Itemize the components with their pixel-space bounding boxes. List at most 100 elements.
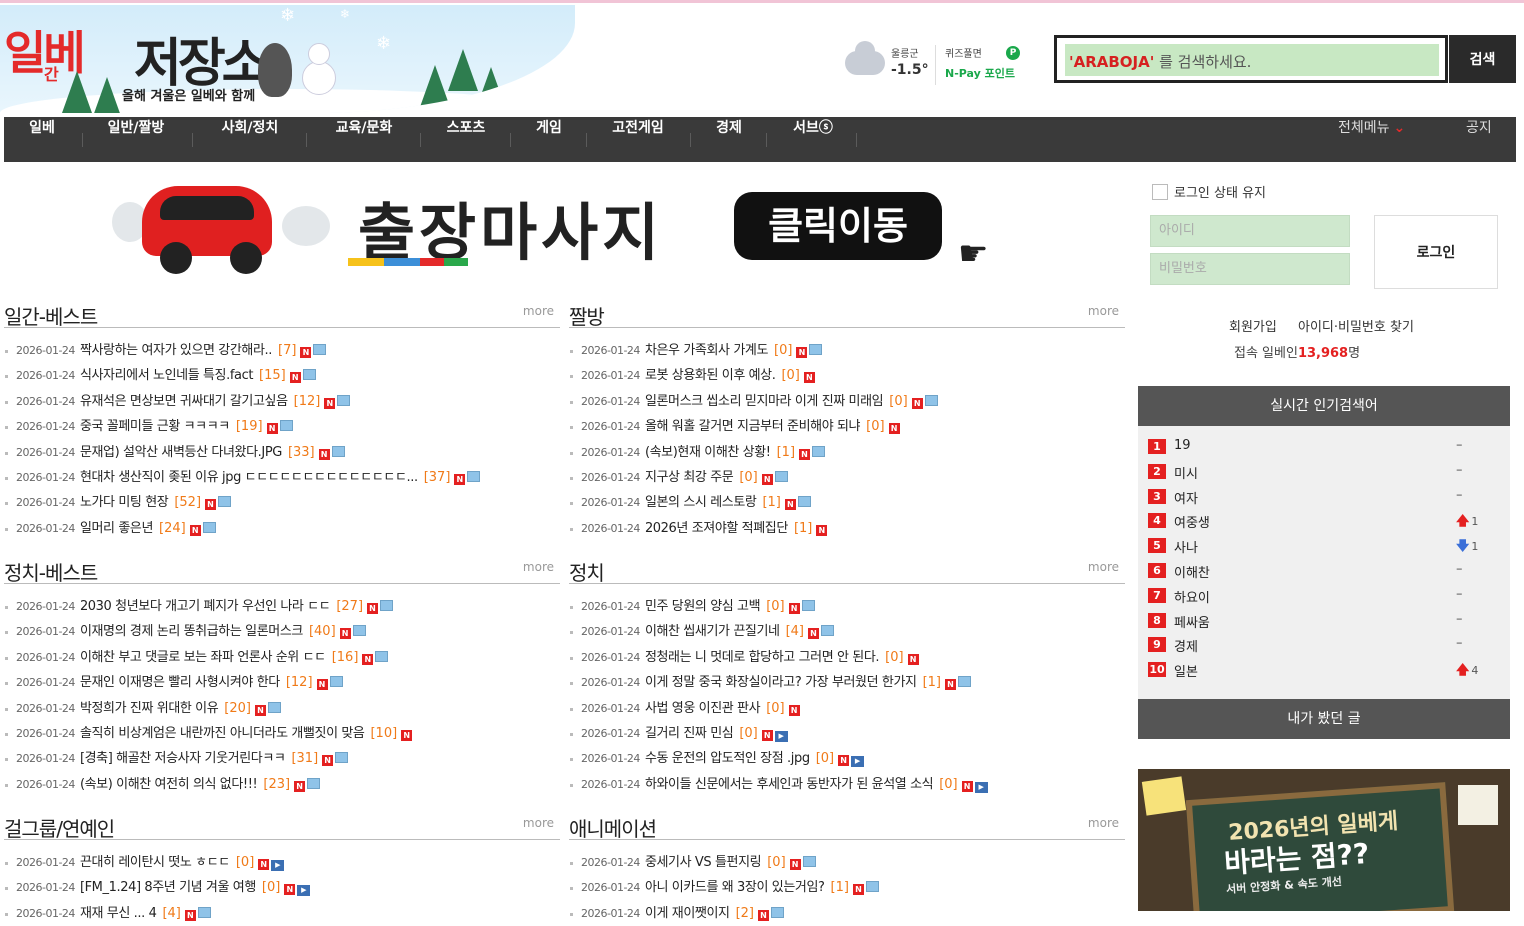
comment-count[interactable]: [16] — [332, 650, 359, 665]
nav-item-sports[interactable]: 스포츠 — [434, 117, 498, 162]
login-button[interactable]: 로그인 — [1374, 215, 1498, 289]
list-item[interactable]: 2026-01-24 일본의 스시 레스토랑 [1] N — [569, 490, 1125, 515]
post-title[interactable]: 수동 운전의 압도적인 장점 .jpg — [645, 751, 810, 766]
comment-count[interactable]: [10] — [370, 726, 397, 741]
list-item[interactable]: 2026-01-24 문재업) 설악산 새벽등산 다녀왔다.JPG [33] N — [4, 440, 560, 465]
list-item[interactable]: 2026-01-24 올해 워홀 갈거면 지금부터 준비해야 되냐 [0] N — [569, 414, 1125, 439]
post-title[interactable]: [경축] 해골찬 저승사자 기웃거린다ㅋㅋ — [80, 751, 286, 766]
comment-count[interactable]: [33] — [288, 445, 315, 460]
rank-keyword[interactable]: 경제 — [1174, 636, 1198, 655]
post-title[interactable]: 이해찬 씹새기가 끈질기네 — [645, 624, 780, 639]
list-item[interactable]: 2026-01-24 2030 청년보다 개고기 폐지가 우선인 나라 ㄷㄷ [27… — [4, 594, 560, 619]
list-item[interactable]: 2026-01-24 이해찬 씹새기가 끈질기네 [4] N — [569, 619, 1125, 644]
post-title[interactable]: 이재명의 경제 논리 똥취급하는 일론머스크 — [80, 624, 303, 639]
comment-count[interactable]: [15] — [259, 368, 286, 383]
post-title[interactable]: 노가다 미팅 현장 — [80, 495, 169, 510]
nav-item-economy[interactable]: 경제 — [704, 117, 754, 162]
banner-click-button[interactable]: 클릭이동 — [734, 192, 942, 260]
comment-count[interactable]: [7] — [278, 343, 296, 358]
search-button[interactable]: 검색 — [1449, 35, 1516, 83]
comment-count[interactable]: [2] — [736, 906, 754, 921]
post-title[interactable]: 이게 정말 중국 화장실이라고? 가장 부러웠던 한가지 — [645, 675, 917, 690]
list-item[interactable]: 2026-01-24 일론머스크 씹소리 믿지마라 이게 진짜 미래임 [0] N — [569, 389, 1125, 414]
post-title[interactable]: 재재 무신 ... 4 — [80, 906, 157, 921]
ranking-item[interactable]: 3 여자 – — [1138, 484, 1510, 509]
ranking-item[interactable]: 6 이해찬 – — [1138, 558, 1510, 583]
comment-count[interactable]: [0] — [766, 701, 784, 716]
site-logo[interactable]: 일베 간 저장소 올해 겨울은 일베와 함께 ❄ ❄ ❄ — [0, 5, 575, 113]
post-title[interactable]: 올해 워홀 갈거면 지금부터 준비해야 되냐 — [645, 419, 861, 434]
list-item[interactable]: 2026-01-24 2026년 조져야할 적폐집단 [1] N — [569, 516, 1125, 541]
find-account-link[interactable]: 아이디·비밀번호 찾기 — [1298, 316, 1414, 335]
weather-widget[interactable]: 울릉군 -1.5° — [845, 41, 935, 85]
viewed-posts-button[interactable]: 내가 봤던 글 — [1138, 699, 1510, 739]
list-item[interactable]: 2026-01-24 하와이들 신문에서는 후세인과 동반자가 된 윤석열 소식 [… — [569, 772, 1125, 797]
more-link[interactable]: more — [523, 304, 554, 318]
post-title[interactable]: (속보) 이해찬 여전히 의식 없다!!! — [80, 777, 258, 792]
comment-count[interactable]: [1] — [794, 521, 812, 536]
comment-count[interactable]: [0] — [816, 751, 834, 766]
rank-keyword[interactable]: 일본 — [1174, 661, 1198, 680]
comment-count[interactable]: [0] — [739, 726, 757, 741]
comment-count[interactable]: [27] — [336, 599, 363, 614]
post-title[interactable]: 유재석은 면상보면 귀싸대기 갈기고싶음 — [80, 394, 288, 409]
list-item[interactable]: 2026-01-24 노가다 미팅 현장 [52] N — [4, 490, 560, 515]
comment-count[interactable]: [0] — [766, 599, 784, 614]
post-title[interactable]: 솔직히 비상계엄은 내란까진 아니더라도 개뻘짓이 맞음 — [80, 726, 365, 741]
list-item[interactable]: 2026-01-24 이게 정말 중국 화장실이라고? 가장 부러웠던 한가지 [1… — [569, 670, 1125, 695]
comment-count[interactable]: [0] — [939, 777, 957, 792]
post-title[interactable]: 민주 당원의 양심 고백 — [645, 599, 761, 614]
post-title[interactable]: 2030 청년보다 개고기 폐지가 우선인 나라 ㄷㄷ — [80, 599, 331, 614]
post-title[interactable]: 중국 꼴페미들 근황 ㅋㅋㅋㅋ — [80, 419, 230, 434]
post-title[interactable]: 사법 영웅 이진관 판사 — [645, 701, 761, 716]
comment-count[interactable]: [0] — [781, 368, 799, 383]
list-item[interactable]: 2026-01-24 짝사랑하는 여자가 있으면 강간해라.. [7] N — [4, 338, 560, 363]
comment-count[interactable]: [12] — [286, 675, 313, 690]
list-item[interactable]: 2026-01-24 사법 영웅 이진관 판사 [0] N — [569, 696, 1125, 721]
nav-item-sub[interactable]: 서브ⓢ — [780, 117, 846, 162]
list-item[interactable]: 2026-01-24 이게 재이쨋이지 [2] N — [569, 901, 1125, 926]
list-item[interactable]: 2026-01-24 끈대히 레이탄시 떳노 ㅎㄷㄷ [0] N ▶ — [4, 850, 560, 875]
post-title[interactable]: 정청래는 니 멋데로 합당하고 그러면 안 된다. — [645, 650, 880, 665]
ranking-item[interactable]: 10 일본 🡅 4 — [1138, 657, 1510, 682]
comment-count[interactable]: [1] — [762, 495, 780, 510]
rank-keyword[interactable]: 미시 — [1174, 463, 1198, 482]
comment-count[interactable]: [24] — [159, 521, 186, 536]
comment-count[interactable]: [0] — [866, 419, 884, 434]
list-item[interactable]: 2026-01-24 중국 꼴페미들 근황 ㅋㅋㅋㅋ [19] N — [4, 414, 560, 439]
promo-ad[interactable]: 2026년의 일베게 바라는 점?? 서버 안정화 & 속도 개선 — [1138, 769, 1510, 911]
comment-count[interactable]: [0] — [262, 880, 280, 895]
rank-keyword[interactable]: 사나 — [1174, 537, 1198, 556]
list-item[interactable]: 2026-01-24 재재 무신 ... 4 [4] N — [4, 901, 560, 926]
post-title[interactable]: 일본의 스시 레스토랑 — [645, 495, 757, 510]
all-menu-button[interactable]: 전체메뉴 ⌄ — [1338, 117, 1405, 162]
post-title[interactable]: 식사자리에서 노인네들 특징.fact — [80, 368, 254, 383]
list-item[interactable]: 2026-01-24 아니 이카드를 왜 3장이 있는거임? [1] N — [569, 875, 1125, 900]
post-title[interactable]: 길거리 진짜 민심 — [645, 726, 734, 741]
post-title[interactable]: 중세기사 VS 틀펀지링 — [645, 855, 762, 870]
list-item[interactable]: 2026-01-24 식사자리에서 노인네들 특징.fact [15] N — [4, 363, 560, 388]
comment-count[interactable]: [1] — [777, 445, 795, 460]
ranking-item[interactable]: 1 19 – — [1138, 434, 1510, 459]
post-title[interactable]: 끈대히 레이탄시 떳노 ㅎㄷㄷ — [80, 855, 230, 870]
post-title[interactable]: (속보)현재 이해찬 상황! — [645, 445, 771, 460]
more-link[interactable]: more — [1088, 304, 1119, 318]
ranking-item[interactable]: 7 하요이 – — [1138, 583, 1510, 608]
ranking-item[interactable]: 2 미시 – — [1138, 459, 1510, 484]
more-link[interactable]: more — [1088, 816, 1119, 830]
nav-item-ilbe[interactable]: 일베 — [18, 117, 66, 162]
comment-count[interactable]: [19] — [236, 419, 263, 434]
list-item[interactable]: 2026-01-24 지구상 최강 주문 [0] N — [569, 465, 1125, 490]
comment-count[interactable]: [52] — [174, 495, 201, 510]
more-link[interactable]: more — [1088, 560, 1119, 574]
comment-count[interactable]: [0] — [767, 855, 785, 870]
post-title[interactable]: 문재인 이재명은 빨리 사형시켜야 한다 — [80, 675, 280, 690]
notice-link[interactable]: 공지 — [1466, 117, 1492, 162]
list-item[interactable]: 2026-01-24 유재석은 면상보면 귀싸대기 갈기고싶음 [12] N — [4, 389, 560, 414]
list-item[interactable]: 2026-01-24 중세기사 VS 틀펀지링 [0] N — [569, 850, 1125, 875]
more-link[interactable]: more — [523, 560, 554, 574]
nav-item-game[interactable]: 게임 — [524, 117, 574, 162]
post-title[interactable]: 하와이들 신문에서는 후세인과 동반자가 된 윤석열 소식 — [645, 777, 934, 792]
list-item[interactable]: 2026-01-24 (속보)현재 이해찬 상황! [1] N — [569, 440, 1125, 465]
comment-count[interactable]: [20] — [224, 701, 251, 716]
